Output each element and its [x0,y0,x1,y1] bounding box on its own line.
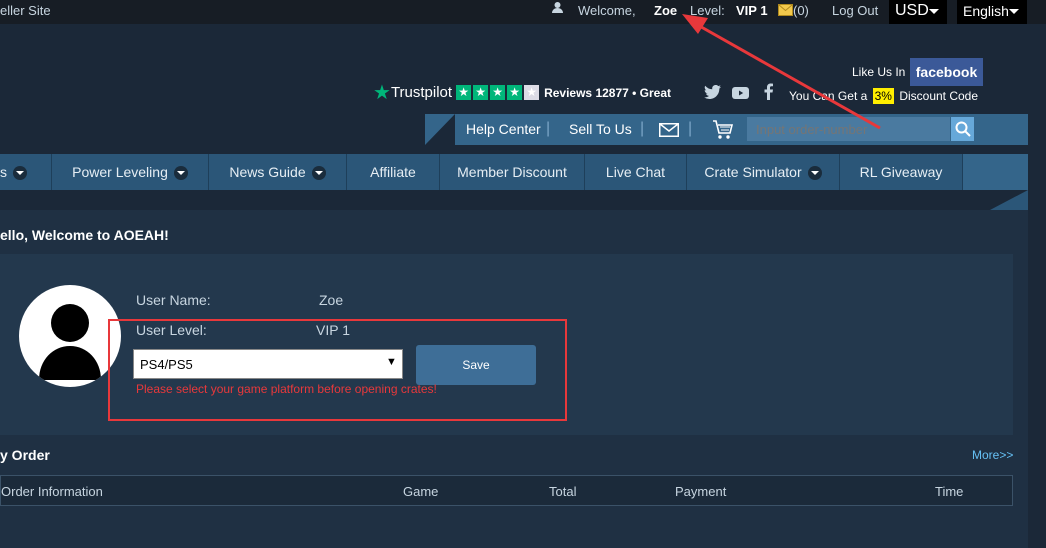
nav-item-live-chat[interactable]: Live Chat [585,154,687,190]
chevron-down-icon [13,166,27,181]
currency-value: USD [895,2,929,19]
order-search-input[interactable] [747,117,950,141]
nav-label: Member Discount [457,164,567,180]
language-select[interactable]: English [957,0,1027,24]
mail-count[interactable]: (0) [793,3,809,18]
user-silhouette-icon [39,304,101,380]
nav-label: RL Giveaway [859,164,943,180]
avatar [19,285,121,387]
star-icon: ★ [507,84,523,100]
utility-bar-edge [425,114,455,145]
star-icon: ★ [524,84,540,100]
separator: | [546,120,551,137]
nav-filler [963,154,1028,190]
order-table-header: Order Information Game Total Payment Tim… [0,475,1013,506]
main-nav: s Power Leveling News Guide Affiliate Me… [0,154,1028,190]
user-icon [551,1,564,17]
username-link[interactable]: Zoe [654,3,677,18]
logout-link[interactable]: Log Out [832,3,878,18]
mail-icon[interactable] [778,4,793,19]
star-icon: ★ [456,84,472,100]
more-orders-link[interactable]: More>> [972,448,1013,462]
nav-label: s [0,164,7,180]
facebook-icon[interactable] [764,83,773,105]
cart-icon[interactable] [712,120,734,145]
level-label: Level: [690,3,725,18]
utility-bar: Help Center | Sell To Us | | [425,114,1028,145]
chevron-down-icon [929,9,939,14]
discount-prefix: You Can Get a [789,89,868,103]
nav-label: Crate Simulator [704,164,802,180]
col-total: Total [549,484,577,499]
trustpilot-reviews: Reviews 12877 • Great [544,85,672,100]
welcome-text: Welcome, [578,3,636,18]
col-time: Time [935,484,964,499]
separator: | [640,120,645,137]
trustpilot-widget[interactable]: ★Trustpilot ★ ★ ★ ★ ★ Reviews 12877 • Great [373,80,671,105]
facebook-like-button[interactable]: facebook [910,58,983,86]
like-us-label: Like Us In [852,65,906,79]
nav-item-affiliate[interactable]: Affiliate [347,154,440,190]
nav-item-member-discount[interactable]: Member Discount [440,154,585,190]
chevron-down-icon [173,166,188,181]
sell-to-us-link[interactable]: Sell To Us [569,121,632,137]
col-order-information: Order Information [1,484,103,499]
trustpilot-logo-icon: ★ [373,82,391,104]
welcome-heading: ello, Welcome to AOEAH! [0,227,169,243]
nav-label: Affiliate [370,164,416,180]
nav-item-rl-giveaway[interactable]: RL Giveaway [840,154,963,190]
language-value: English [963,3,1009,19]
separator: | [688,120,693,137]
nav-item-crate-simulator[interactable]: Crate Simulator [687,154,840,190]
search-icon [955,121,971,137]
username-label: User Name: [136,292,211,308]
discount-banner: You Can Get a 3% Discount Code [789,88,979,104]
star-icon: ★ [490,84,506,100]
chevron-down-icon [311,166,326,181]
discount-value: 3% [872,88,894,104]
nav-label: Live Chat [605,164,666,180]
currency-select[interactable]: USD [889,0,947,24]
youtube-icon[interactable] [732,86,749,104]
level-value: VIP 1 [736,3,768,18]
nav-item-news-guide[interactable]: News Guide [209,154,347,190]
highlight-box [108,319,567,421]
trustpilot-stars: ★ ★ ★ ★ ★ [456,84,541,101]
col-payment: Payment [675,484,727,499]
seller-site-link[interactable]: eller Site [0,3,51,18]
nav-corner [990,190,1028,210]
discount-suffix: Discount Code [899,89,979,103]
trustpilot-label: Trustpilot [390,84,453,101]
nav-label: News Guide [229,164,306,180]
twitter-icon[interactable] [704,85,721,104]
help-center-link[interactable]: Help Center [466,121,541,137]
top-bar: eller Site Welcome, Zoe Level: VIP 1 (0)… [0,0,1046,24]
chevron-down-icon [807,166,822,181]
nav-label: Power Leveling [72,164,168,180]
order-title: y Order [0,447,50,463]
col-game: Game [403,484,439,499]
nav-item-services[interactable]: s [0,154,52,190]
envelope-icon[interactable] [659,123,679,142]
star-icon: ★ [473,84,489,100]
username-value: Zoe [319,292,344,308]
search-button[interactable] [951,117,974,141]
chevron-down-icon [1009,9,1019,14]
nav-item-power-leveling[interactable]: Power Leveling [52,154,209,190]
